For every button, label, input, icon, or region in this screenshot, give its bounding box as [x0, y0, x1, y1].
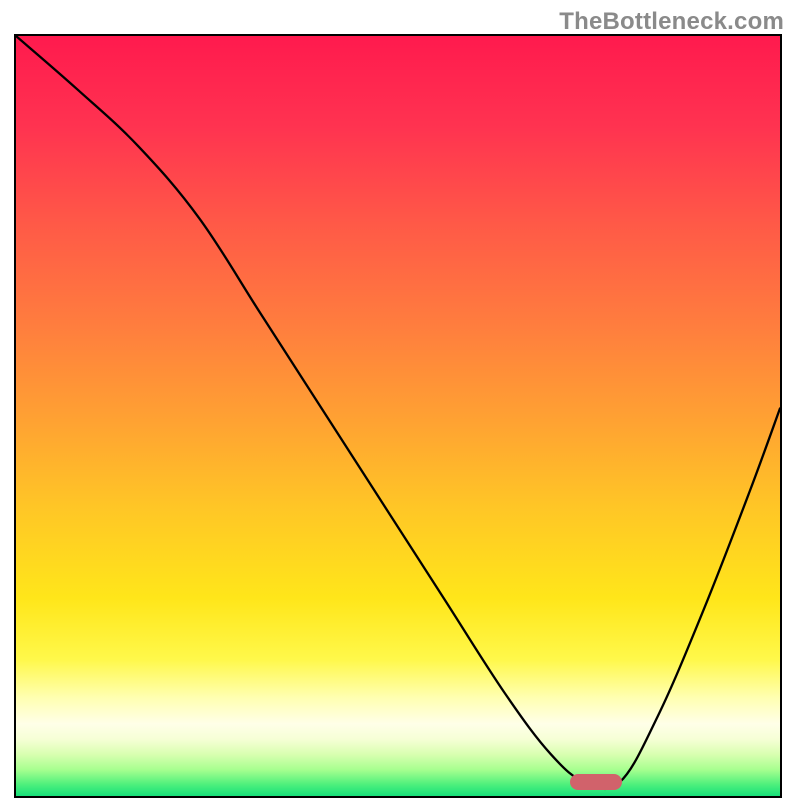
watermark-text: TheBottleneck.com	[559, 8, 784, 36]
curve-line	[16, 36, 780, 796]
minimum-marker-pill	[570, 774, 622, 790]
plot-frame	[14, 34, 782, 798]
chart-canvas: TheBottleneck.com	[0, 0, 800, 800]
